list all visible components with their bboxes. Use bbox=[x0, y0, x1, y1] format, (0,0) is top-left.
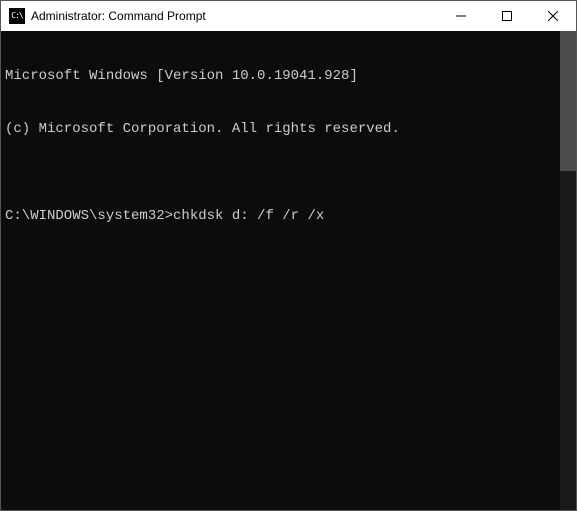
scrollbar-track[interactable] bbox=[560, 31, 576, 510]
titlebar[interactable]: C:\ Administrator: Command Prompt bbox=[1, 1, 576, 31]
minimize-icon bbox=[456, 11, 466, 21]
command-input[interactable]: chkdsk d: /f /r /x bbox=[173, 208, 324, 226]
console-line: (c) Microsoft Corporation. All rights re… bbox=[5, 121, 572, 139]
close-icon bbox=[548, 11, 558, 21]
command-prompt-window: C:\ Administrator: Command Prompt bbox=[0, 0, 577, 511]
window-title: Administrator: Command Prompt bbox=[31, 9, 438, 23]
minimize-button[interactable] bbox=[438, 1, 484, 31]
console-line: Microsoft Windows [Version 10.0.19041.92… bbox=[5, 68, 572, 86]
scrollbar-thumb[interactable] bbox=[560, 31, 576, 171]
maximize-icon bbox=[502, 11, 512, 21]
prompt-path: C:\WINDOWS\system32> bbox=[5, 208, 173, 226]
window-controls bbox=[438, 1, 576, 31]
close-button[interactable] bbox=[530, 1, 576, 31]
maximize-button[interactable] bbox=[484, 1, 530, 31]
app-icon: C:\ bbox=[9, 8, 25, 24]
app-icon-text: C:\ bbox=[11, 12, 22, 20]
prompt-line: C:\WINDOWS\system32>chkdsk d: /f /r /x bbox=[5, 208, 572, 226]
console-output[interactable]: Microsoft Windows [Version 10.0.19041.92… bbox=[1, 31, 576, 510]
